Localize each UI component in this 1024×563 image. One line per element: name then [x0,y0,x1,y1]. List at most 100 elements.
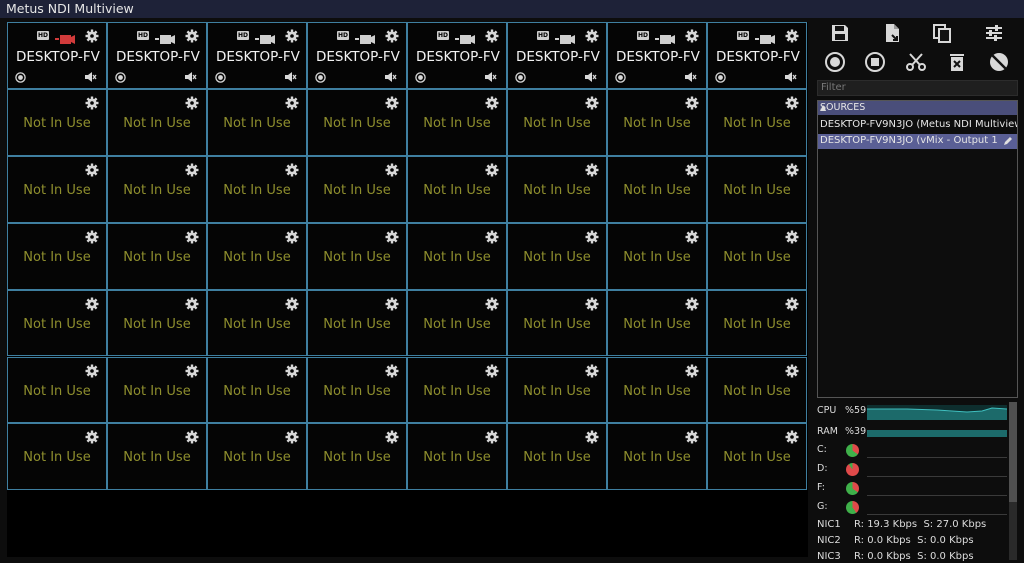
gear-icon[interactable] [485,28,499,43]
gear-icon[interactable] [785,162,799,177]
gear-icon[interactable] [385,296,399,311]
mute-icon[interactable] [284,68,297,82]
record-icon[interactable] [615,68,626,83]
gear-icon[interactable] [585,229,599,244]
edit-icon[interactable] [1003,136,1013,146]
empty-tile[interactable]: Not In Use [7,222,107,290]
gear-icon[interactable] [585,296,599,311]
camera-icon[interactable] [754,30,776,44]
gear-icon[interactable] [185,296,199,311]
gear-icon[interactable] [485,429,499,444]
camera-icon[interactable] [254,30,276,44]
empty-tile[interactable]: Not In Use [507,423,607,491]
empty-tile[interactable]: Not In Use [707,222,807,290]
gear-icon[interactable] [785,429,799,444]
gear-icon[interactable] [385,429,399,444]
gear-icon[interactable] [85,363,99,377]
gear-icon[interactable] [685,429,699,444]
camera-icon[interactable] [454,30,476,44]
gear-icon[interactable] [185,95,199,110]
record-icon[interactable] [115,68,126,83]
scrollbar-thumb[interactable] [1009,402,1017,502]
source-tile[interactable]: HD DESKTOP-FV [107,22,207,89]
empty-tile[interactable]: Not In Use [707,289,807,357]
gear-icon[interactable] [385,28,399,43]
gear-icon[interactable] [185,229,199,244]
empty-tile[interactable]: Not In Use [307,289,407,357]
mute-icon[interactable] [684,68,697,82]
empty-tile[interactable]: Not In Use [7,88,107,156]
export-file-icon[interactable] [881,22,903,44]
empty-tile[interactable]: Not In Use [407,155,507,223]
gear-icon[interactable] [585,95,599,110]
gear-icon[interactable] [85,229,99,244]
save-icon[interactable] [829,22,851,44]
empty-tile[interactable]: Not In Use [207,155,307,223]
gear-icon[interactable] [385,363,399,377]
gear-icon[interactable] [285,95,299,110]
empty-tile[interactable]: Not In Use [207,222,307,290]
empty-tile[interactable]: Not In Use [107,356,207,424]
empty-tile[interactable]: Not In Use [707,155,807,223]
mute-icon[interactable] [584,68,597,82]
empty-tile[interactable]: Not In Use [607,222,707,290]
record-icon[interactable] [515,68,526,83]
source-tile[interactable]: HD DESKTOP-FV [7,22,107,89]
empty-tile[interactable]: Not In Use [607,356,707,424]
empty-tile[interactable]: Not In Use [607,155,707,223]
gear-icon[interactable] [685,95,699,110]
empty-tile[interactable]: Not In Use [707,423,807,491]
gear-icon[interactable] [185,162,199,177]
gear-icon[interactable] [285,363,299,377]
gear-icon[interactable] [585,28,599,43]
record-icon[interactable] [15,68,26,83]
empty-tile[interactable]: Not In Use [407,423,507,491]
gear-icon[interactable] [485,229,499,244]
record-icon[interactable] [315,68,326,83]
empty-tile[interactable]: Not In Use [307,155,407,223]
gear-icon[interactable] [285,429,299,444]
gear-icon[interactable] [185,429,199,444]
empty-tile[interactable]: Not In Use [507,356,607,424]
gear-icon[interactable] [385,162,399,177]
source-item[interactable]: DESKTOP-FV9N3JO (Metus NDI Multiview [818,118,1017,133]
source-item-selected[interactable]: DESKTOP-FV9N3JO (vMix - Output 1 [818,134,1017,149]
empty-tile[interactable]: Not In Use [7,289,107,357]
empty-tile[interactable]: Not In Use [507,88,607,156]
gear-icon[interactable] [485,95,499,110]
gear-icon[interactable] [585,363,599,377]
gear-icon[interactable] [285,229,299,244]
filter-input[interactable]: Filter [817,80,1018,96]
gear-icon[interactable] [485,296,499,311]
empty-tile[interactable]: Not In Use [107,423,207,491]
record-icon[interactable] [824,51,846,73]
gear-icon[interactable] [685,229,699,244]
empty-tile[interactable]: Not In Use [407,222,507,290]
gear-icon[interactable] [285,28,299,43]
empty-tile[interactable]: Not In Use [407,88,507,156]
gear-icon[interactable] [85,296,99,311]
gear-icon[interactable] [485,363,499,377]
mute-icon[interactable] [784,68,797,82]
gear-icon[interactable] [585,162,599,177]
mute-icon[interactable] [84,68,97,82]
empty-tile[interactable]: Not In Use [707,356,807,424]
gear-icon[interactable] [785,296,799,311]
empty-tile[interactable]: Not In Use [7,423,107,491]
empty-tile[interactable]: Not In Use [307,356,407,424]
delete-icon[interactable] [946,51,968,73]
empty-tile[interactable]: Not In Use [507,222,607,290]
sources-header[interactable]: SOURCES ▲ [818,101,1017,115]
empty-tile[interactable]: Not In Use [307,423,407,491]
cut-icon[interactable] [905,51,927,73]
empty-tile[interactable]: Not In Use [107,222,207,290]
gear-icon[interactable] [85,162,99,177]
mute-icon[interactable] [484,68,497,82]
gear-icon[interactable] [285,162,299,177]
gear-icon[interactable] [585,429,599,444]
camera-icon[interactable] [154,30,176,44]
empty-tile[interactable]: Not In Use [107,289,207,357]
empty-tile[interactable]: Not In Use [207,423,307,491]
gear-icon[interactable] [685,296,699,311]
sliders-icon[interactable] [983,22,1005,44]
